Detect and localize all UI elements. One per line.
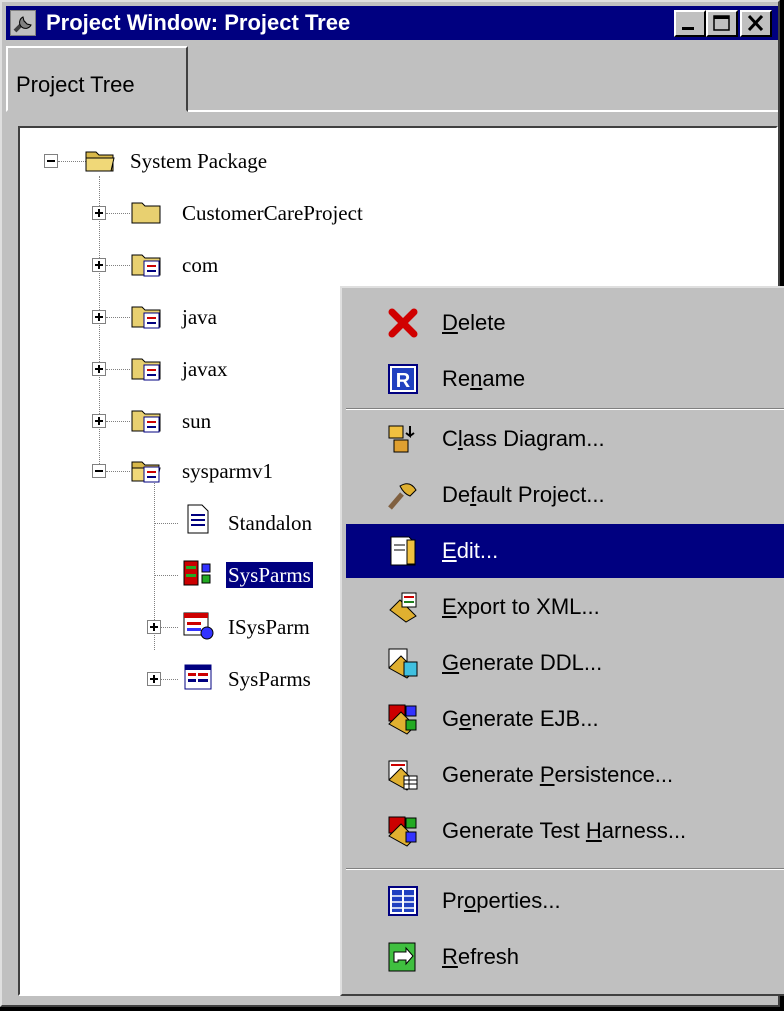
- menu-item-generate-persistence[interactable]: Generate Persistence...: [346, 748, 784, 802]
- tree-line: [106, 471, 130, 472]
- class-icon: [183, 560, 211, 586]
- tree-line: [106, 265, 130, 266]
- tree-node-label[interactable]: ISysParm: [226, 614, 312, 640]
- tree-line: [161, 627, 178, 628]
- title-bar[interactable]: Project Window: Project Tree: [6, 6, 778, 40]
- tree-line: [58, 161, 86, 162]
- generate-ejb-icon: [388, 704, 417, 735]
- menu-item-rename[interactable]: R Rename: [346, 352, 784, 406]
- menu-item-label: Generate DDL...: [442, 650, 603, 675]
- package-folder-icon: [131, 358, 161, 381]
- tab-label: Project Tree: [16, 72, 135, 97]
- package-folder-icon: [131, 254, 161, 277]
- menu-item-label: Default Project...: [442, 482, 605, 507]
- document-icon: [187, 504, 209, 534]
- menu-item-label: Class Diagram...: [442, 426, 605, 451]
- tree-line: [106, 213, 130, 214]
- generate-persistence-icon: [388, 760, 418, 791]
- menu-item-label: Export to XML...: [442, 594, 600, 619]
- menu-item-label: Refresh: [442, 944, 520, 969]
- menu-item-class-diagram[interactable]: Class Diagram...: [346, 412, 784, 466]
- edit-icon: [390, 536, 416, 566]
- open-folder-icon: [85, 151, 115, 172]
- tree-line: [106, 317, 130, 318]
- tab-divider: [188, 110, 778, 112]
- window-title: Project Window: Project Tree: [46, 10, 351, 35]
- menu-item-label: Generate EJB...: [442, 706, 599, 731]
- generate-test-harness-icon: [388, 816, 417, 847]
- interface-icon: [183, 612, 214, 640]
- rename-icon: R: [388, 364, 418, 394]
- tree-node-label[interactable]: sysparmv1: [180, 458, 275, 484]
- expand-toggle[interactable]: [92, 414, 106, 428]
- expand-toggle[interactable]: [92, 206, 106, 220]
- tree-node-label[interactable]: sun: [180, 408, 213, 434]
- delete-icon: [388, 308, 418, 338]
- tree-line: [161, 679, 178, 680]
- menu-item-label: Generate Test Harness...: [442, 818, 687, 843]
- maximize-button[interactable]: [706, 10, 738, 37]
- menu-item-delete[interactable]: Delete: [346, 296, 784, 350]
- tree-line: [154, 575, 178, 576]
- menu-item-label: Rename: [442, 366, 526, 391]
- default-project-icon: [388, 483, 417, 510]
- expand-toggle[interactable]: [92, 362, 106, 376]
- table-icon: [184, 664, 212, 690]
- wrench-icon: [10, 10, 36, 36]
- svg-text:R: R: [396, 370, 411, 392]
- project-window: Project Window: Project Tree Project Tre…: [0, 0, 784, 1007]
- expand-toggle[interactable]: [92, 258, 106, 272]
- menu-item-label: Properties...: [442, 888, 561, 913]
- open-package-folder-icon: [131, 461, 161, 483]
- generate-ddl-icon: [388, 648, 418, 679]
- context-menu: Delete R Rename Class Diagram... Default…: [340, 286, 784, 996]
- menu-item-edit[interactable]: Edit...: [346, 524, 784, 578]
- collapse-toggle[interactable]: [44, 154, 58, 168]
- menu-item-generate-ddl[interactable]: Generate DDL...: [346, 636, 784, 690]
- tree-node-label[interactable]: SysParms: [226, 666, 313, 692]
- tree-node-label[interactable]: com: [180, 252, 220, 278]
- menu-item-label: Edit...: [442, 538, 499, 563]
- collapse-toggle[interactable]: [92, 464, 106, 478]
- menu-separator: [346, 868, 784, 870]
- menu-item-refresh[interactable]: Refresh: [346, 930, 784, 984]
- package-folder-icon: [131, 306, 161, 329]
- tree-node-label[interactable]: java: [180, 304, 219, 330]
- folder-icon: [131, 202, 161, 224]
- expand-toggle[interactable]: [147, 620, 161, 634]
- tree-node-label[interactable]: Standalon: [226, 510, 314, 536]
- expand-toggle[interactable]: [92, 310, 106, 324]
- class-diagram-icon: [388, 425, 415, 453]
- tree-node-label-selected[interactable]: SysParms: [225, 561, 314, 589]
- tree-line: [106, 369, 130, 370]
- package-folder-icon: [131, 410, 161, 433]
- tree-node-label[interactable]: CustomerCareProject: [180, 200, 365, 226]
- expand-toggle[interactable]: [147, 672, 161, 686]
- menu-item-export-to-xml[interactable]: Export to XML...: [346, 580, 784, 634]
- menu-item-generate-ejb[interactable]: Generate EJB...: [346, 692, 784, 746]
- tree-node-label[interactable]: javax: [180, 356, 229, 382]
- refresh-icon: [388, 942, 416, 972]
- tree-line: [99, 176, 100, 478]
- properties-icon: [388, 886, 418, 916]
- menu-item-label: Delete: [442, 310, 506, 335]
- tree-node-label[interactable]: System Package: [128, 148, 269, 174]
- tree-line: [154, 523, 178, 524]
- minimize-icon: [682, 27, 694, 30]
- close-button[interactable]: [740, 10, 772, 37]
- menu-item-default-project[interactable]: Default Project...: [346, 468, 784, 522]
- close-icon: [747, 14, 764, 32]
- tree-line: [106, 421, 130, 422]
- menu-item-generate-test-harness[interactable]: Generate Test Harness...: [346, 804, 784, 858]
- menu-item-properties[interactable]: Properties...: [346, 874, 784, 928]
- maximize-icon: [713, 15, 730, 31]
- export-xml-icon: [389, 592, 417, 623]
- tab-project-tree[interactable]: Project Tree: [6, 46, 188, 112]
- menu-item-label: Generate Persistence...: [442, 762, 674, 787]
- menu-separator: [346, 408, 784, 410]
- minimize-button[interactable]: [674, 10, 706, 37]
